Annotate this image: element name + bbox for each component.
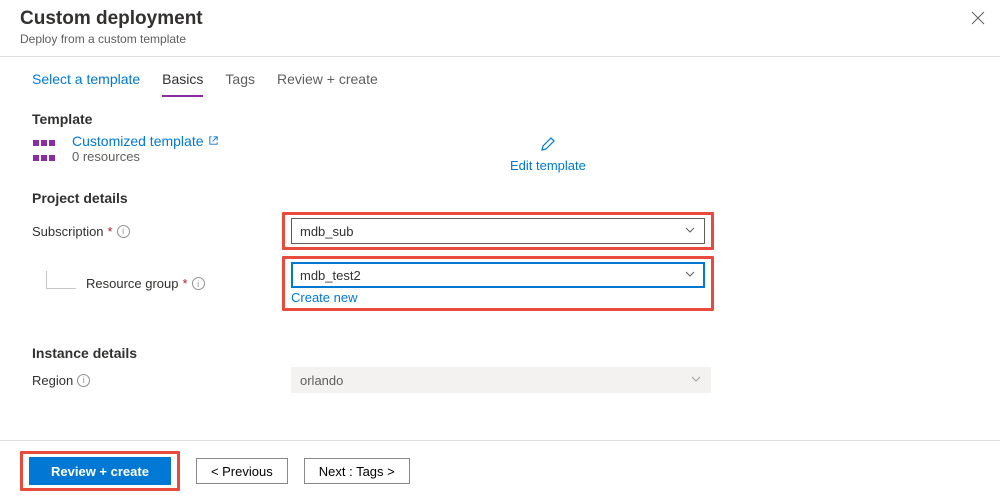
content-area: Template Customized template 0 resources… — [0, 97, 1000, 393]
region-value: orlando — [300, 373, 343, 388]
region-select: orlando — [291, 367, 711, 393]
subscription-select[interactable]: mdb_sub — [291, 218, 705, 244]
subscription-highlight: mdb_sub — [282, 212, 714, 250]
external-link-icon — [208, 133, 219, 149]
region-label: Region i — [32, 373, 282, 388]
next-button[interactable]: Next : Tags > — [304, 458, 410, 484]
review-create-highlight: Review + create — [20, 451, 180, 491]
chevron-down-icon — [690, 373, 702, 388]
tab-select-template[interactable]: Select a template — [32, 71, 140, 97]
template-resource-count: 0 resources — [72, 149, 219, 164]
subscription-label: Subscription * i — [32, 224, 282, 239]
page-subtitle: Deploy from a custom template — [20, 32, 980, 46]
close-icon[interactable] — [968, 8, 988, 28]
template-icon — [32, 135, 60, 157]
chevron-down-icon — [684, 268, 696, 283]
customized-template-link[interactable]: Customized template — [72, 133, 219, 149]
subscription-value: mdb_sub — [300, 224, 353, 239]
template-row: Customized template 0 resources — [32, 133, 968, 164]
create-new-link[interactable]: Create new — [291, 290, 705, 305]
resource-group-label: Resource group * i — [32, 276, 282, 291]
info-icon[interactable]: i — [192, 277, 205, 290]
edit-template-button[interactable]: Edit template — [510, 135, 586, 173]
resource-group-value: mdb_test2 — [300, 268, 361, 283]
tab-bar: Select a template Basics Tags Review + c… — [0, 57, 1000, 97]
template-heading: Template — [32, 111, 968, 127]
review-create-button[interactable]: Review + create — [29, 457, 171, 485]
edit-template-label: Edit template — [510, 158, 586, 173]
page-header: Custom deployment Deploy from a custom t… — [0, 0, 1000, 57]
indent-line — [46, 271, 76, 289]
previous-button[interactable]: < Previous — [196, 458, 288, 484]
instance-details-heading: Instance details — [32, 345, 968, 361]
required-indicator: * — [108, 224, 113, 239]
resource-group-highlight: mdb_test2 Create new — [282, 256, 714, 311]
tab-tags[interactable]: Tags — [225, 71, 255, 97]
resource-group-select[interactable]: mdb_test2 — [291, 262, 705, 288]
tab-basics[interactable]: Basics — [162, 71, 203, 97]
tab-review-create[interactable]: Review + create — [277, 71, 378, 97]
project-details-heading: Project details — [32, 190, 968, 206]
info-icon[interactable]: i — [117, 225, 130, 238]
edit-icon — [539, 135, 557, 156]
template-link-label: Customized template — [72, 133, 204, 149]
chevron-down-icon — [684, 224, 696, 239]
required-indicator: * — [183, 276, 188, 291]
info-icon[interactable]: i — [77, 374, 90, 387]
page-title: Custom deployment — [20, 8, 980, 30]
footer-bar: Review + create < Previous Next : Tags > — [0, 440, 1000, 503]
